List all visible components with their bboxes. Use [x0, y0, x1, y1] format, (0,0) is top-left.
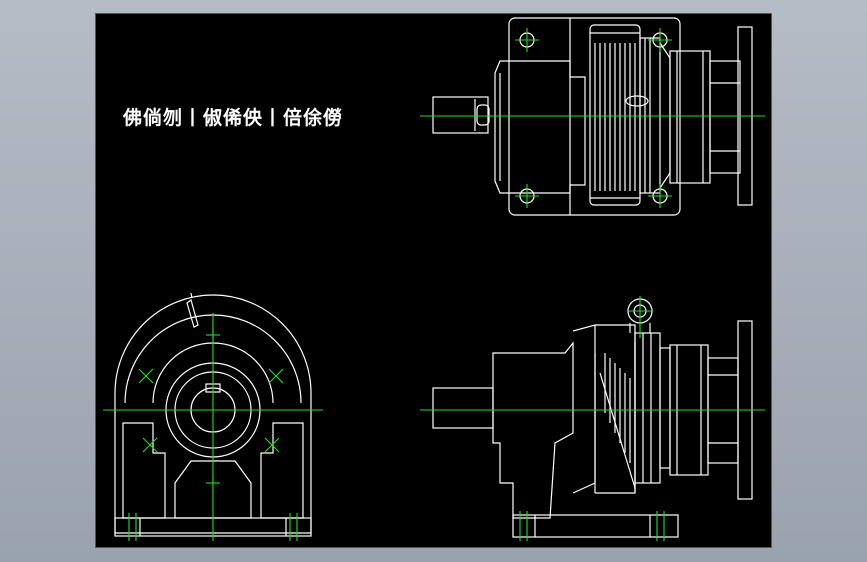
top-view	[420, 17, 765, 216]
cad-drawing	[103, 17, 765, 541]
front-view	[103, 292, 323, 541]
side-view	[420, 296, 765, 541]
cad-viewport[interactable]: 佛倘刎丨俶俙佒丨倍俆僗	[95, 13, 772, 548]
